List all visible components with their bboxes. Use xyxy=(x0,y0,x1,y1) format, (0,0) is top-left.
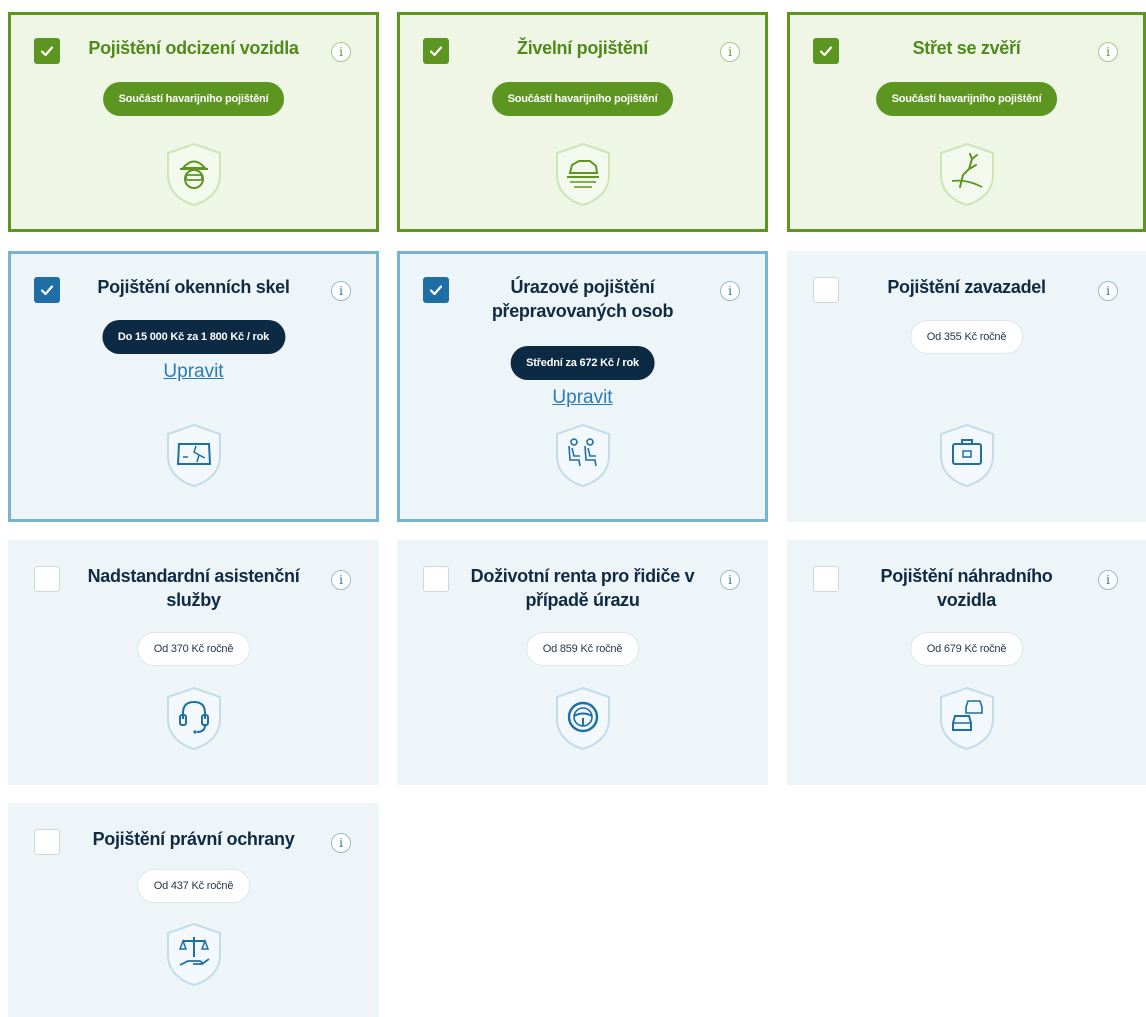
headset-icon xyxy=(163,685,225,751)
card-replacement-vehicle[interactable]: Pojištění náhradního vozidla i Od 679 Kč… xyxy=(787,540,1146,785)
card-luggage[interactable]: Pojištění zavazadel i Od 355 Kč ročně xyxy=(787,251,1146,522)
checkmark-icon xyxy=(40,46,54,57)
price-badge: Od 859 Kč ročně xyxy=(525,632,640,666)
checkbox-unchecked[interactable] xyxy=(813,566,839,592)
card-window-glass[interactable]: Pojištění okenních skel i Do 15 000 Kč z… xyxy=(8,251,379,522)
passengers-icon xyxy=(552,422,614,488)
checkmark-icon xyxy=(429,46,443,57)
thief-icon xyxy=(163,141,225,207)
checkbox-checked[interactable] xyxy=(423,277,449,303)
replacement-car-icon xyxy=(936,685,998,751)
card-driver-pension[interactable]: Doživotní renta pro řidiče v případě úra… xyxy=(397,540,768,785)
checkbox-unchecked[interactable] xyxy=(813,277,839,303)
checkmark-icon xyxy=(40,285,54,296)
included-badge: Součástí havarijního pojištění xyxy=(102,82,285,116)
checkbox-checked[interactable] xyxy=(813,38,839,64)
scales-icon xyxy=(163,921,225,987)
card-passenger-injury[interactable]: Úrazové pojištění přepravovaných osob i … xyxy=(397,251,768,522)
card-legal-protection[interactable]: Pojištění právní ochrany i Od 437 Kč roč… xyxy=(8,803,379,1017)
card-title: Úrazové pojištění přepravovaných osob xyxy=(491,277,674,321)
card-title: Pojištění zavazadel xyxy=(887,277,1046,297)
price-badge: Od 355 Kč ročně xyxy=(909,320,1024,354)
deer-icon xyxy=(936,141,998,207)
card-title: Pojištění náhradního vozidla xyxy=(880,566,1053,610)
edit-link[interactable]: Upravit xyxy=(552,387,612,409)
card-title: Pojištění právní ochrany xyxy=(92,829,295,849)
price-badge: Střední za 672 Kč / rok xyxy=(510,346,655,380)
checkbox-checked[interactable] xyxy=(34,38,60,64)
card-title: Pojištění odcizení vozidla xyxy=(88,38,299,58)
info-icon[interactable]: i xyxy=(720,42,740,62)
card-title: Nadstandardní asistenční služby xyxy=(87,566,300,610)
checkbox-checked[interactable] xyxy=(34,277,60,303)
info-icon[interactable]: i xyxy=(1098,42,1118,62)
checkbox-unchecked[interactable] xyxy=(34,829,60,855)
info-icon[interactable]: i xyxy=(1098,570,1118,590)
price-badge: Od 679 Kč ročně xyxy=(909,632,1024,666)
card-animal-collision[interactable]: Střet se zvěří i Součástí havarijního po… xyxy=(787,12,1146,232)
info-icon[interactable]: i xyxy=(331,42,351,62)
price-badge: Do 15 000 Kč za 1 800 Kč / rok xyxy=(101,320,286,354)
edit-link[interactable]: Upravit xyxy=(163,361,223,383)
info-icon[interactable]: i xyxy=(331,833,351,853)
card-theft[interactable]: Pojištění odcizení vozidla i Součástí ha… xyxy=(8,12,379,232)
card-title: Střet se zvěří xyxy=(912,38,1021,58)
card-title: Pojištění okenních skel xyxy=(97,277,290,297)
price-badge: Od 437 Kč ročně xyxy=(136,869,251,903)
checkbox-unchecked[interactable] xyxy=(423,566,449,592)
broken-glass-icon xyxy=(163,422,225,488)
info-icon[interactable]: i xyxy=(1098,281,1118,301)
checkbox-unchecked[interactable] xyxy=(34,566,60,592)
included-badge: Součástí havarijního pojištění xyxy=(875,82,1058,116)
flood-car-icon xyxy=(552,141,614,207)
card-title: Živelní pojištění xyxy=(517,38,648,58)
info-icon[interactable]: i xyxy=(331,281,351,301)
card-natural-disaster[interactable]: Živelní pojištění i Součástí havarijního… xyxy=(397,12,768,232)
checkmark-icon xyxy=(819,46,833,57)
price-badge: Od 370 Kč ročně xyxy=(136,632,251,666)
info-icon[interactable]: i xyxy=(720,570,740,590)
luggage-icon xyxy=(936,422,998,488)
checkbox-checked[interactable] xyxy=(423,38,449,64)
checkmark-icon xyxy=(429,285,443,296)
info-icon[interactable]: i xyxy=(720,281,740,301)
card-assistance[interactable]: Nadstandardní asistenční služby i Od 370… xyxy=(8,540,379,785)
card-title: Doživotní renta pro řidiče v případě úra… xyxy=(470,566,695,610)
info-icon[interactable]: i xyxy=(331,570,351,590)
included-badge: Součástí havarijního pojištění xyxy=(491,82,674,116)
steering-wheel-icon xyxy=(552,685,614,751)
